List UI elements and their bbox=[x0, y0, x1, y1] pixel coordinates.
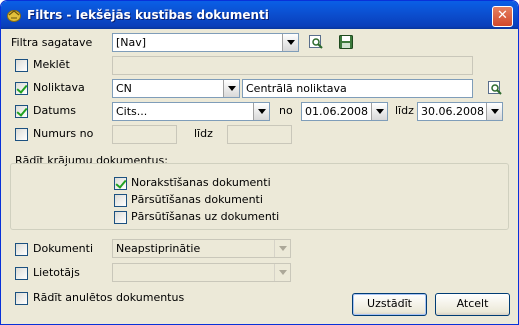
cancel-button[interactable]: Atcelt bbox=[435, 293, 510, 316]
number-to-input[interactable] bbox=[227, 125, 292, 144]
user-label: Lietotājs bbox=[33, 266, 80, 279]
transfer-checkbox[interactable] bbox=[114, 194, 127, 207]
transfer-label: Pārsūtīšanas dokumenti bbox=[131, 193, 263, 206]
filter-template-select[interactable]: [Nav] bbox=[112, 33, 299, 52]
documents-value: Neapstiprinātie bbox=[116, 242, 201, 255]
warehouse-code-value: CN bbox=[116, 82, 132, 95]
lookup-icon[interactable] bbox=[487, 80, 503, 96]
date-from-value: 01.06.2008 bbox=[305, 105, 368, 118]
date-period-select[interactable]: Cits... bbox=[112, 102, 270, 121]
warehouse-name-field[interactable]: Centrālā noliktava bbox=[242, 79, 473, 98]
save-icon[interactable] bbox=[338, 34, 354, 50]
open-template-icon[interactable] bbox=[308, 34, 324, 50]
date-from-label: no bbox=[279, 104, 293, 117]
apply-button[interactable]: Uzstādīt bbox=[352, 293, 427, 316]
date-to-label: līdz bbox=[395, 104, 414, 117]
title-bar[interactable]: Filtrs - Iekšējās kustības dokumenti ✕ bbox=[1, 1, 518, 29]
documents-label: Dokumenti bbox=[33, 242, 94, 255]
warehouse-name-value: Centrālā noliktava bbox=[246, 82, 347, 95]
writeoff-checkbox[interactable] bbox=[114, 177, 127, 190]
chevron-down-icon[interactable] bbox=[274, 264, 290, 281]
search-label: Meklēt bbox=[33, 58, 70, 71]
filter-template-label: Filtra sagatave bbox=[11, 36, 93, 49]
filter-template-value: [Nav] bbox=[116, 36, 147, 49]
window-title: Filtrs - Iekšējās kustības dokumenti bbox=[27, 8, 269, 22]
number-from-label: Numurs no bbox=[33, 127, 94, 140]
number-from-input[interactable] bbox=[112, 125, 177, 144]
transfer-to-label: Pārsūtīšanas uz dokumenti bbox=[131, 210, 280, 223]
date-checkbox[interactable] bbox=[15, 105, 28, 118]
writeoff-label: Norakstīšanas dokumenti bbox=[131, 176, 271, 189]
documents-select[interactable]: Neapstiprinātie bbox=[112, 239, 291, 258]
chevron-down-icon[interactable] bbox=[486, 103, 502, 120]
user-checkbox[interactable] bbox=[15, 267, 28, 280]
show-cancelled-label: Rādīt anulētos dokumentus bbox=[33, 291, 185, 304]
chevron-down-icon[interactable] bbox=[253, 103, 269, 120]
warehouse-code-select[interactable]: CN bbox=[112, 79, 240, 98]
chevron-down-icon[interactable] bbox=[223, 80, 239, 97]
date-label: Datums bbox=[33, 104, 76, 117]
search-input[interactable] bbox=[112, 56, 473, 75]
date-to-value: 30.06.2008 bbox=[421, 105, 484, 118]
number-to-label: līdz bbox=[194, 127, 213, 140]
date-to-picker[interactable]: 30.06.2008 bbox=[417, 102, 503, 121]
chevron-down-icon[interactable] bbox=[274, 240, 290, 257]
number-checkbox[interactable] bbox=[15, 128, 28, 141]
filter-dialog: Filtrs - Iekšējās kustības dokumenti ✕ F… bbox=[0, 0, 519, 325]
date-from-picker[interactable]: 01.06.2008 bbox=[301, 102, 388, 121]
show-cancelled-checkbox[interactable] bbox=[15, 292, 28, 305]
chevron-down-icon[interactable] bbox=[371, 103, 387, 120]
transfer-to-checkbox[interactable] bbox=[114, 211, 127, 224]
documents-checkbox[interactable] bbox=[15, 243, 28, 256]
app-icon bbox=[7, 10, 21, 22]
search-checkbox[interactable] bbox=[15, 59, 28, 72]
close-button[interactable]: ✕ bbox=[492, 6, 513, 27]
warehouse-label: Noliktava bbox=[33, 81, 85, 94]
user-select[interactable] bbox=[112, 263, 291, 282]
date-period-value: Cits... bbox=[116, 105, 148, 118]
warehouse-checkbox[interactable] bbox=[15, 82, 28, 95]
chevron-down-icon[interactable] bbox=[282, 34, 298, 51]
